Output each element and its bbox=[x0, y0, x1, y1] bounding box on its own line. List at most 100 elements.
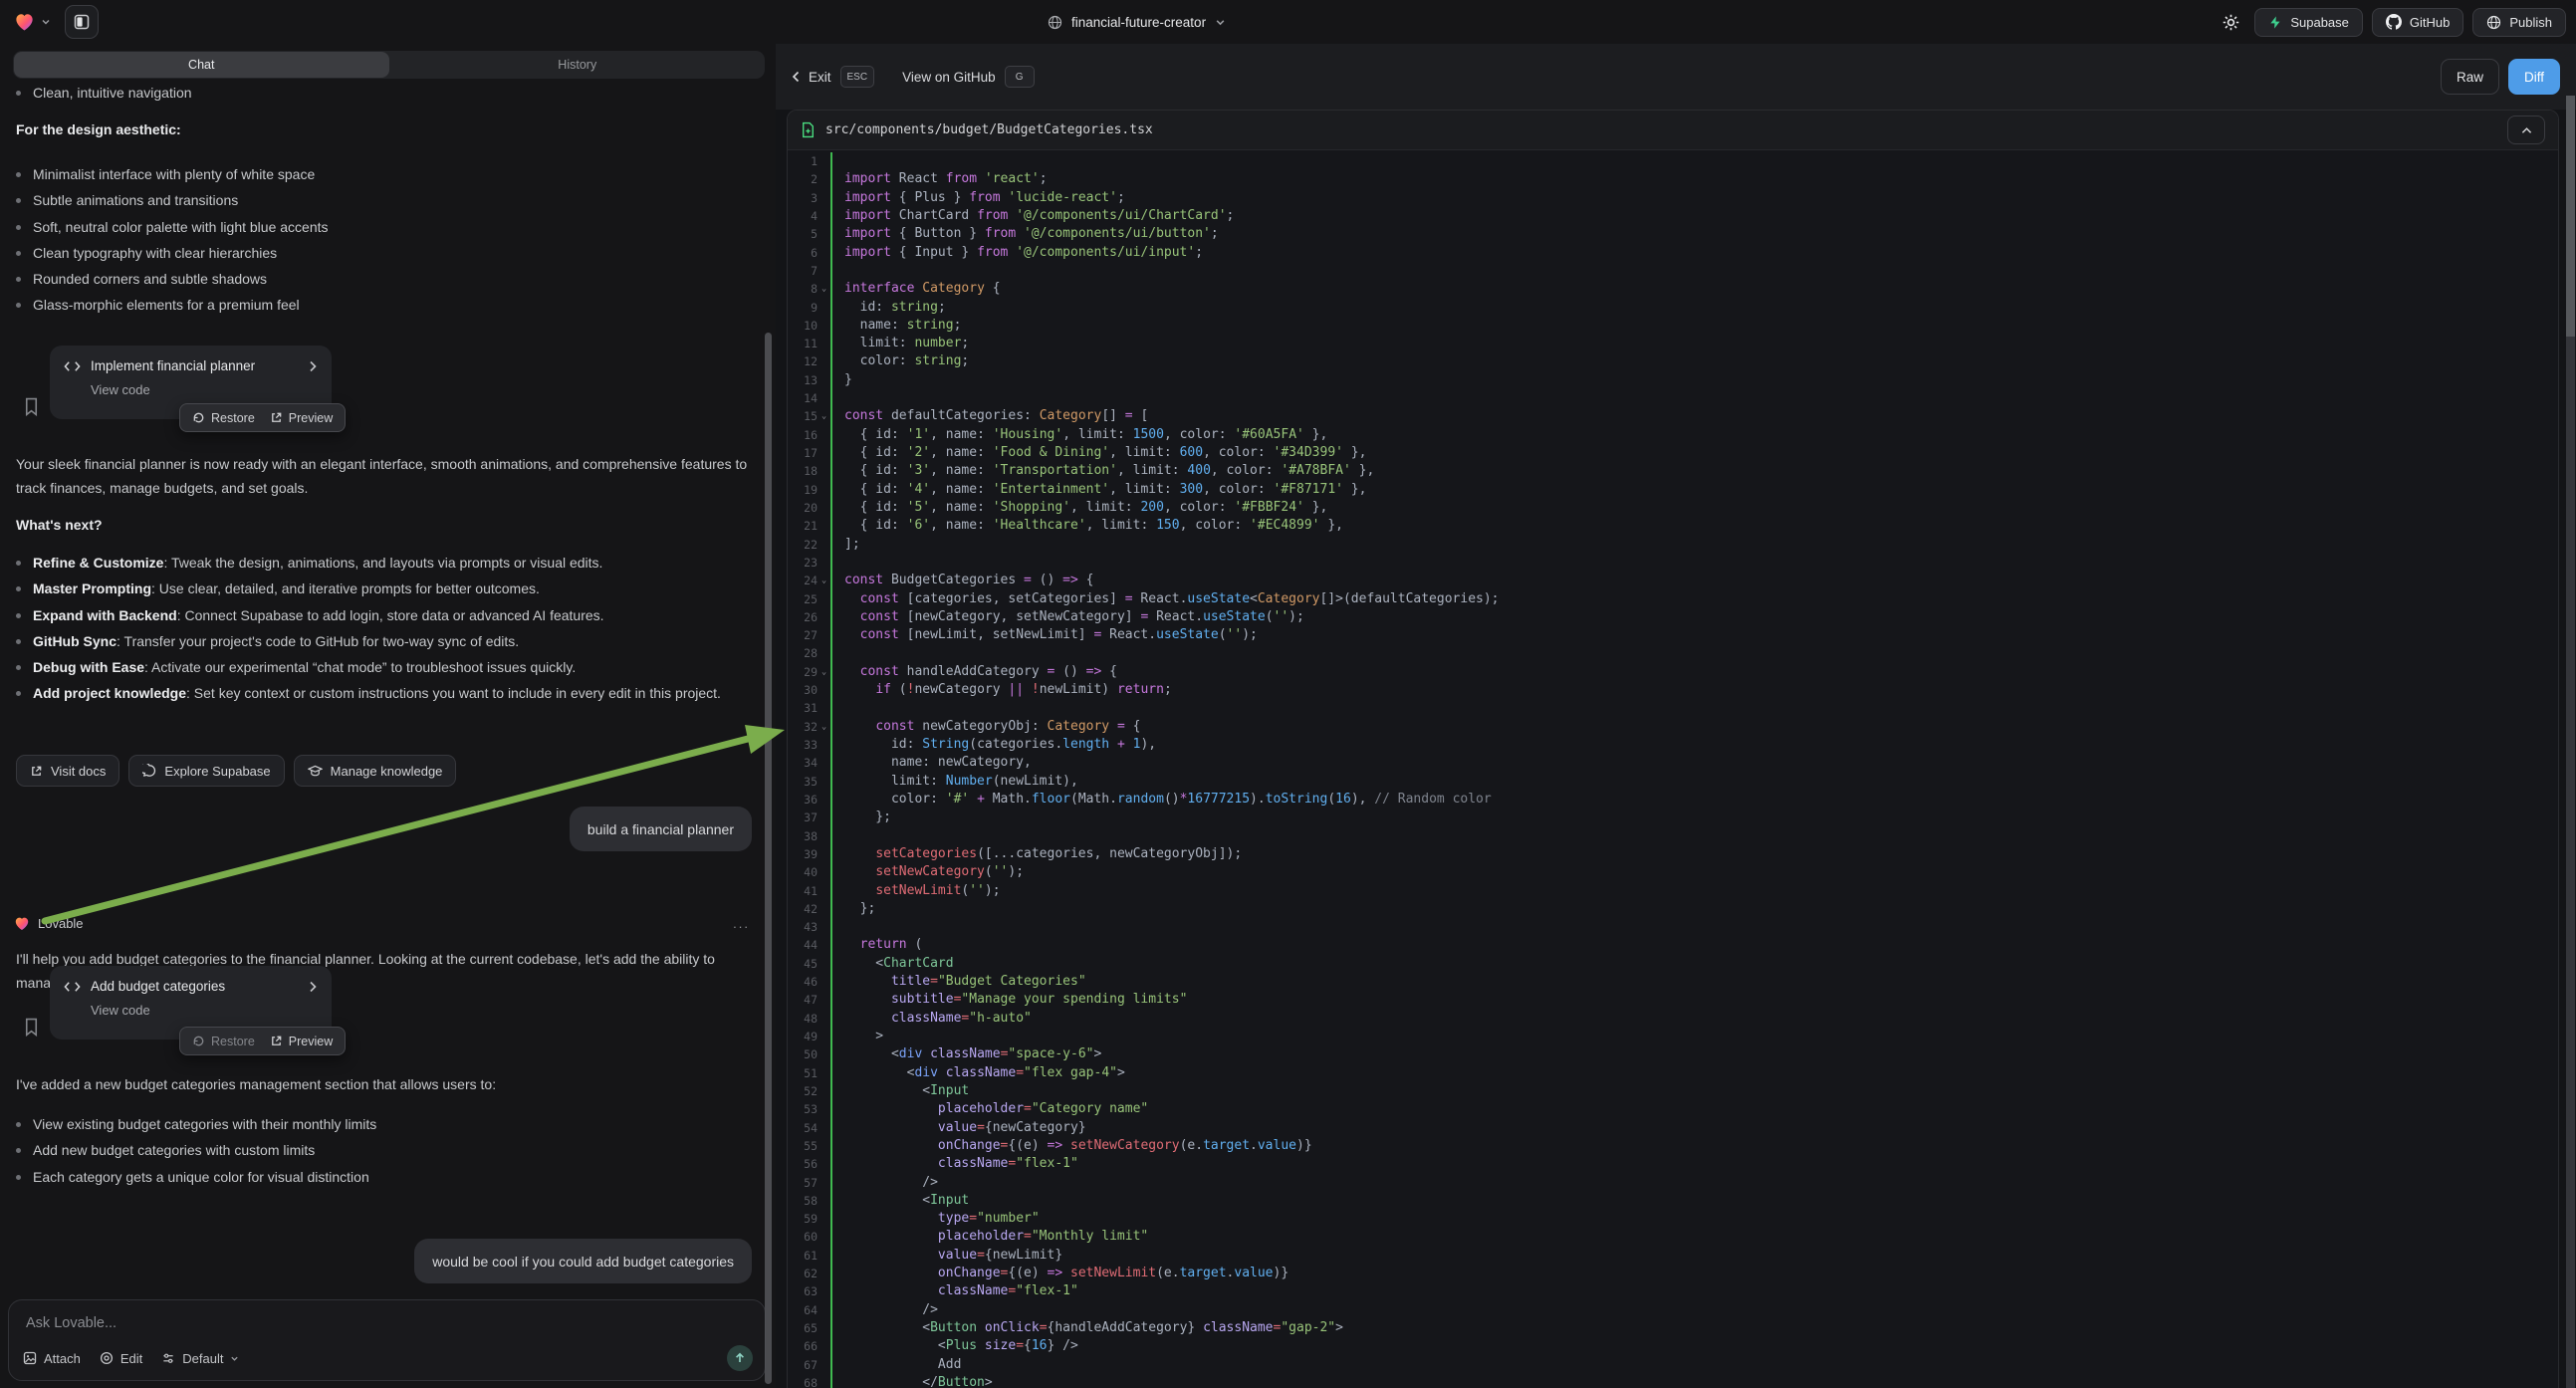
code-line: 50 <div className="space-y-6"> bbox=[788, 1045, 2558, 1063]
code-line: 14 bbox=[788, 389, 2558, 407]
g-kbd-badge: G bbox=[1005, 66, 1035, 88]
code-line: 62 onChange={(e) => setNewLimit(e.target… bbox=[788, 1265, 2558, 1282]
code-line: 18 { id: '3', name: 'Transportation', li… bbox=[788, 462, 2558, 480]
list-item: Master Prompting: Use clear, detailed, a… bbox=[14, 576, 752, 601]
code-line: 22]; bbox=[788, 536, 2558, 554]
code-line: 35 limit: Number(newLimit), bbox=[788, 773, 2558, 791]
code-line: 58 <Input bbox=[788, 1192, 2558, 1210]
code-line: 16 { id: '1', name: 'Housing', limit: 15… bbox=[788, 426, 2558, 444]
github-button[interactable]: GitHub bbox=[2372, 8, 2463, 37]
code-line: 46 title="Budget Categories" bbox=[788, 973, 2558, 991]
preview-button[interactable]: Preview bbox=[270, 411, 333, 425]
project-globe-icon bbox=[1048, 15, 1062, 30]
toggle-sidebar-icon[interactable] bbox=[65, 5, 99, 39]
design-bullet-list: Minimalist interface with plenty of whit… bbox=[14, 161, 750, 319]
restore-button[interactable]: Restore bbox=[192, 1035, 255, 1048]
quick-actions-row: Visit docs Explore Supabase Manage knowl… bbox=[16, 755, 456, 787]
code-line: 30 if (!newCategory || !newLimit) return… bbox=[788, 681, 2558, 699]
design-heading: For the design aesthetic: bbox=[16, 121, 181, 137]
chat-panel: Chat History Clean, intuitive navigation… bbox=[0, 44, 776, 1388]
file-path-bar: src/components/budget/BudgetCategories.t… bbox=[788, 111, 2558, 150]
code-line: 67 Add bbox=[788, 1356, 2558, 1374]
list-item: View existing budget categories with the… bbox=[14, 1111, 750, 1137]
code-line: 47 subtitle="Manage your spending limits… bbox=[788, 991, 2558, 1009]
tab-history[interactable]: History bbox=[390, 51, 766, 79]
next-steps-list: Refine & Customize: Tweak the design, an… bbox=[14, 550, 752, 707]
code-line: 6import { Input } from '@/components/ui/… bbox=[788, 244, 2558, 262]
code-scrollbar-thumb[interactable] bbox=[2566, 96, 2575, 337]
code-line: 19 { id: '4', name: 'Entertainment', lim… bbox=[788, 481, 2558, 499]
code-line: 10 name: string; bbox=[788, 317, 2558, 335]
app-window: financial-future-creator Supabase bbox=[0, 0, 2576, 1388]
lovable-logo-heart-icon[interactable] bbox=[14, 12, 35, 32]
exit-button[interactable]: Exit esc bbox=[792, 66, 874, 88]
code-line: 31 bbox=[788, 699, 2558, 717]
logo-chevron-down-icon[interactable] bbox=[41, 17, 51, 27]
bookmark-icon[interactable] bbox=[24, 397, 39, 416]
send-button[interactable] bbox=[727, 1345, 753, 1371]
view-code-link[interactable]: View code bbox=[91, 382, 318, 397]
code-line: 28 bbox=[788, 644, 2558, 662]
code-line: 51 <div className="flex gap-4"> bbox=[788, 1064, 2558, 1082]
code-line: 23 bbox=[788, 554, 2558, 572]
message-menu-button[interactable]: ... bbox=[733, 916, 750, 931]
code-brackets-icon bbox=[64, 360, 81, 372]
image-icon bbox=[23, 1351, 37, 1365]
file-plus-icon bbox=[801, 121, 816, 138]
chevron-down-icon bbox=[230, 1354, 239, 1363]
code-scrollbar-track[interactable] bbox=[2566, 96, 2575, 1388]
visit-docs-button[interactable]: Visit docs bbox=[16, 755, 119, 787]
chat-input-placeholder: Ask Lovable... bbox=[26, 1315, 117, 1331]
manage-knowledge-button[interactable]: Manage knowledge bbox=[294, 755, 457, 787]
publish-globe-icon bbox=[2486, 15, 2501, 30]
collapse-file-button[interactable] bbox=[2507, 116, 2545, 144]
code-line: 17 { id: '2', name: 'Food & Dining', lim… bbox=[788, 444, 2558, 462]
code-line: 12 color: string; bbox=[788, 352, 2558, 370]
list-item: Debug with Ease: Activate our experiment… bbox=[14, 654, 752, 680]
assistant-name: Lovable bbox=[38, 916, 84, 931]
code-line: 29⌄ const handleAddCategory = () => { bbox=[788, 663, 2558, 681]
tab-chat[interactable]: Chat bbox=[14, 52, 389, 78]
list-item: Add new budget categories with custom li… bbox=[14, 1137, 750, 1163]
preview-button[interactable]: Preview bbox=[270, 1035, 333, 1048]
code-lines[interactable]: 12import React from 'react';3import { Pl… bbox=[788, 150, 2558, 1388]
project-switcher[interactable]: financial-future-creator bbox=[1048, 0, 1226, 44]
chat-input-box[interactable]: Ask Lovable... Attach Edit Default bbox=[8, 1299, 766, 1381]
view-code-link[interactable]: View code bbox=[91, 1003, 318, 1018]
list-item: GitHub Sync: Transfer your project's cod… bbox=[14, 628, 752, 654]
arrow-up-icon bbox=[734, 1352, 746, 1364]
list-item: Each category gets a unique color for vi… bbox=[14, 1164, 750, 1190]
github-icon bbox=[2386, 14, 2402, 30]
publish-button[interactable]: Publish bbox=[2472, 8, 2566, 37]
chevron-up-icon bbox=[2521, 126, 2532, 134]
supabase-button[interactable]: Supabase bbox=[2254, 8, 2363, 37]
code-line: 41 setNewLimit(''); bbox=[788, 882, 2558, 900]
code-panel: Exit esc View on GitHub G Raw Diff src/c… bbox=[776, 44, 2576, 1388]
restore-button[interactable]: Restore bbox=[192, 411, 255, 425]
code-line: 43 bbox=[788, 918, 2558, 936]
code-line: 55 onChange={(e) => setNewCategory(e.tar… bbox=[788, 1137, 2558, 1155]
code-line: 8⌄interface Category { bbox=[788, 280, 2558, 298]
bookmark-icon[interactable] bbox=[24, 1018, 39, 1037]
assistant-paragraph: I've added a new budget categories manag… bbox=[16, 1073, 758, 1097]
chat-scrollbar[interactable] bbox=[765, 333, 772, 1384]
explore-supabase-button[interactable]: Explore Supabase bbox=[128, 755, 284, 787]
code-line: 9 id: string; bbox=[788, 299, 2558, 317]
code-line: 4import ChartCard from '@/components/ui/… bbox=[788, 207, 2558, 225]
code-line: 52 <Input bbox=[788, 1082, 2558, 1100]
list-item: Expand with Backend: Connect Supabase to… bbox=[14, 602, 752, 628]
raw-toggle-button[interactable]: Raw bbox=[2441, 59, 2499, 95]
code-line: 33 id: String(categories.length + 1), bbox=[788, 736, 2558, 754]
code-line: 64 /> bbox=[788, 1301, 2558, 1319]
code-line: 24⌄const BudgetCategories = () => { bbox=[788, 572, 2558, 589]
restore-icon bbox=[192, 411, 205, 424]
edit-button[interactable]: Edit bbox=[100, 1351, 142, 1366]
view-on-github-button[interactable]: View on GitHub G bbox=[902, 66, 1035, 88]
code-line: 49 > bbox=[788, 1028, 2558, 1045]
model-selector[interactable]: Default bbox=[161, 1351, 239, 1366]
diff-toggle-button[interactable]: Diff bbox=[2508, 59, 2560, 95]
attach-button[interactable]: Attach bbox=[23, 1351, 81, 1366]
list-item: Glass-morphic elements for a premium fee… bbox=[14, 292, 750, 318]
code-brackets-icon bbox=[64, 981, 81, 993]
settings-gear-icon[interactable] bbox=[2216, 7, 2245, 37]
